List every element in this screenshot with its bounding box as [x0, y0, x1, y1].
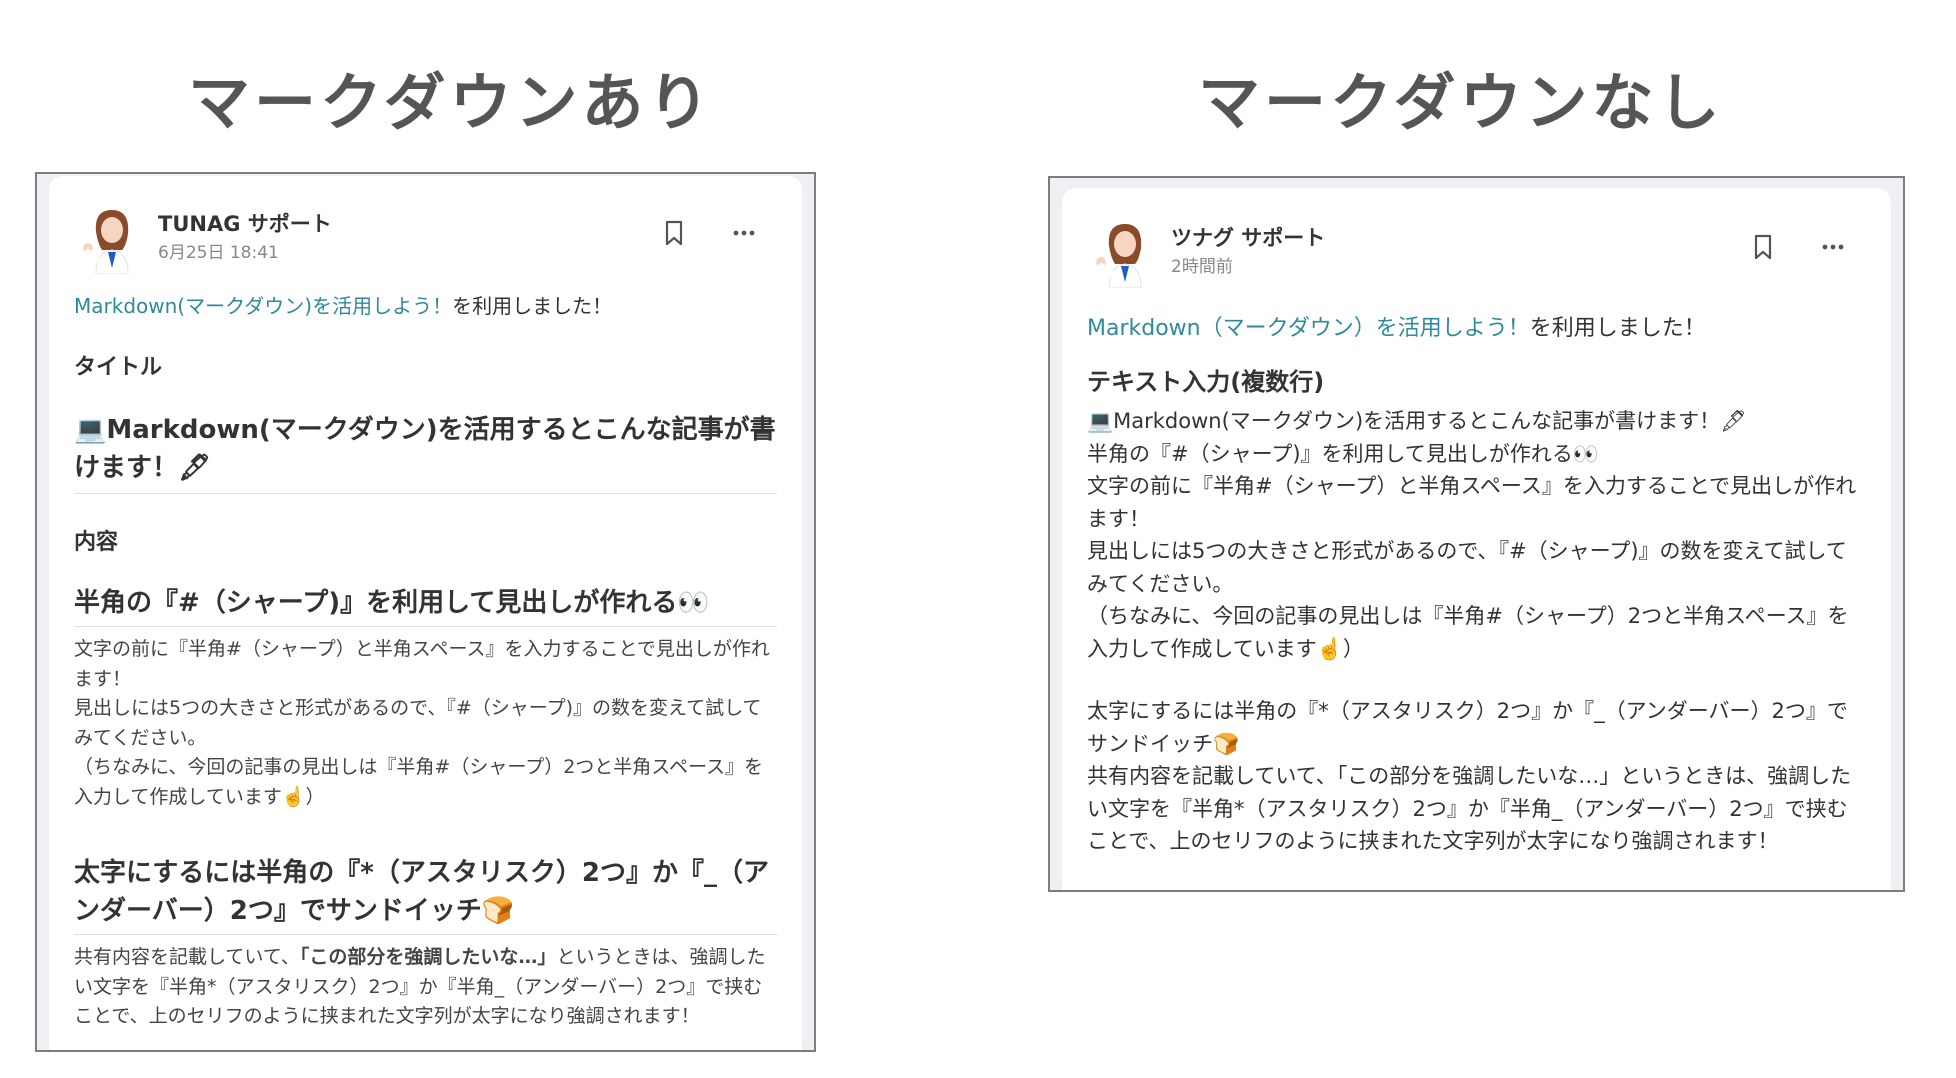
- template-source: Markdown(マークダウン)を活用しよう！を利用しました！: [74, 290, 777, 319]
- post-title: 💻Markdown(マークダウン)を活用するとこんな記事が書けます！🖋: [74, 411, 777, 494]
- post-header: TUNAG サポート 6月25日 18:41: [74, 202, 777, 274]
- bookmark-icon[interactable]: [657, 216, 691, 250]
- paragraph-line: （ちなみに、今回の記事の見出しは『半角#（シャープ）2つと半角スペース』を入力し…: [1087, 604, 1849, 661]
- more-icon[interactable]: [1816, 230, 1850, 264]
- template-link[interactable]: Markdown（マークダウン）を活用しよう！: [1087, 316, 1530, 341]
- paragraph-line: 見出しには5つの大きさと形式があるので、『#（シャープ)』の数を変えて試してみて…: [1087, 539, 1847, 596]
- post-timestamp: 2時間前: [1171, 257, 1233, 277]
- paragraph-line: 見出しには5つの大きさと形式があるので、『#（シャープ)』の数を変えて試してみて…: [74, 697, 762, 749]
- paragraph-line: （ちなみに、今回の記事の見出しは『半角#（シャープ）2つと半角スペース』を入力し…: [74, 756, 764, 808]
- avatar[interactable]: [74, 202, 146, 274]
- plain-post-frame: ツナグ サポート 2時間前 Markdown（マークダウン）を活用しよう！を利用…: [1048, 176, 1905, 892]
- content-paragraph-2: 共有内容を記載していて、「この部分を強調したいな…」というときは、強調したい文字…: [74, 943, 777, 1032]
- content-heading-2: 太字にするには半角の『*（アスタリスク）2つ』か『_（アンダーバー）2つ』でサン…: [74, 854, 777, 935]
- paragraph-line: 文字の前に『半角#（シャープ）と半角スペース』を入力することで見出しが作れます！: [74, 638, 770, 690]
- avatar[interactable]: [1087, 216, 1159, 288]
- heading-with-markdown: マークダウンあり: [188, 66, 714, 139]
- content-paragraph-1: 文字の前に『半角#（シャープ）と半角スペース』を入力することで見出しが作れます！…: [74, 635, 777, 812]
- more-icon[interactable]: [727, 216, 761, 250]
- field-label-title: タイトル: [74, 355, 163, 380]
- content-heading-1: 半角の『#（シャープ)』を利用して見出しが作れる👀: [74, 584, 777, 627]
- field-title: テキスト入力(複数行): [1087, 368, 1325, 396]
- paragraph-line: 💻Markdown(マークダウン)を活用するとこんな記事が書けます！🖋: [1087, 409, 1747, 433]
- markdown-post-frame: TUNAG サポート 6月25日 18:41 Markdown(マークダウン)を…: [35, 172, 816, 1052]
- post-header: ツナグ サポート 2時間前: [1087, 216, 1866, 288]
- plain-paragraph-2: 太字にするには半角の『*（アスタリスク）2つ』か『_（アンダーバー）2つ』でサン…: [1087, 695, 1866, 858]
- post-card: ツナグ サポート 2時間前 Markdown（マークダウン）を活用しよう！を利用…: [1062, 188, 1891, 890]
- template-source-suffix: を利用しました！: [1529, 316, 1706, 341]
- post-author[interactable]: ツナグ サポート: [1171, 222, 1325, 252]
- bold-phrase: 「この部分を強調したいな…」: [299, 946, 557, 968]
- paragraph-text: 共有内容を記載していて、: [74, 946, 300, 968]
- template-link[interactable]: Markdown(マークダウン)を活用しよう！: [74, 294, 452, 318]
- paragraph-line: 半角の『#（シャープ)』を利用して見出しが作れる👀: [1087, 441, 1600, 466]
- paragraph-line: 共有内容を記載していて、「この部分を強調したいな…」というときは、強調したい文字…: [1087, 764, 1852, 853]
- plain-paragraph-1: 💻Markdown(マークダウン)を活用するとこんな記事が書けます！🖋 半角の『…: [1087, 405, 1866, 665]
- post-card: TUNAG サポート 6月25日 18:41 Markdown(マークダウン)を…: [49, 176, 802, 1050]
- template-source-suffix: を利用しました！: [452, 294, 613, 318]
- post-timestamp: 6月25日 18:41: [158, 243, 279, 263]
- post-author[interactable]: TUNAG サポート: [158, 208, 332, 238]
- field-label-content: 内容: [74, 530, 119, 555]
- paragraph-line: 太字にするには半角の『*（アスタリスク）2つ』か『_（アンダーバー）2つ』でサン…: [1087, 699, 1848, 756]
- template-source: Markdown（マークダウン）を活用しよう！を利用しました！: [1087, 310, 1866, 342]
- paragraph-line: 文字の前に『半角#（シャープ）と半角スペース』を入力することで見出しが作れます！: [1087, 474, 1857, 531]
- bookmark-icon[interactable]: [1746, 230, 1780, 264]
- heading-without-markdown: マークダウンなし: [1198, 66, 1724, 139]
